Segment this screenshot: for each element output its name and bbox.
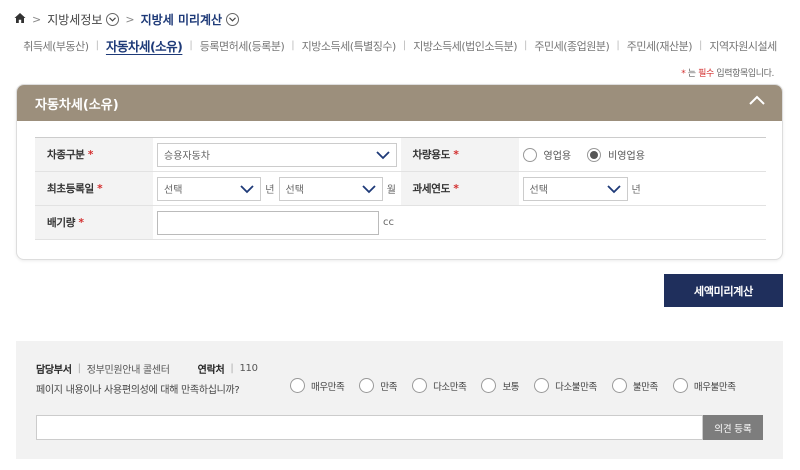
form-row: 최초등록일 * 선택 년 선택 월 과세연도 * 선택 년: [35, 172, 766, 206]
calculate-tax-button[interactable]: 세액미리계산: [664, 274, 783, 307]
tab-local-income-tax-withholding[interactable]: 지방소득세(특별징수): [299, 38, 399, 54]
tab-divider: |: [95, 40, 99, 51]
satisfied-radio[interactable]: [359, 378, 375, 393]
panel-title: 자동차세(소유): [35, 97, 119, 113]
divider: |: [230, 363, 234, 374]
vehicle-type-select[interactable]: 승용자동차: [157, 142, 397, 167]
month-unit: 월: [386, 185, 396, 196]
tax-year-unit: 년: [631, 185, 641, 196]
registration-year-select[interactable]: 선택: [157, 176, 262, 201]
divider: |: [77, 363, 81, 374]
tab-local-income-tax-corporate[interactable]: 지방소득세(법인소득분): [410, 38, 520, 54]
vehicle-use-radio-group: 영업용 비영업용: [522, 147, 657, 162]
required-note: * 는 필수 입력항목입니다.: [681, 69, 774, 79]
vehicle-tax-form: 차종구분 * 승용자동차 차량용도 * 영업용 비영업용 최초등록일 * 선택 …: [35, 137, 766, 240]
vehicle-use-label: 차량용도 *: [400, 138, 519, 171]
breadcrumb-separator-icon: >: [32, 12, 42, 26]
tax-tabs: 취득세(부동산) | 자동차세(소유) | 등록면허세(등록분) | 지방소득세…: [0, 36, 800, 55]
tab-divider: |: [189, 40, 193, 51]
chevron-down-icon: [362, 184, 376, 193]
displacement-input[interactable]: [157, 210, 379, 235]
form-row: 배기량 * cc: [35, 206, 766, 240]
registration-month-select[interactable]: 선택: [278, 176, 383, 201]
tab-regional-resource-tax[interactable]: 지역자원시설세: [706, 38, 779, 54]
vehicle-tax-panel: 자동차세(소유) 차종구분 * 승용자동차 차량용도 * 영업용 비영업용 최초…: [16, 84, 783, 260]
tab-divider: |: [699, 40, 703, 51]
very-dissatisfied-radio[interactable]: [672, 378, 688, 393]
somewhat-satisfied-radio[interactable]: [412, 378, 428, 393]
tab-registration-license-tax[interactable]: 등록면허세(등록분): [197, 38, 288, 54]
tax-year-select[interactable]: 선택: [522, 176, 628, 201]
commercial-radio[interactable]: [522, 147, 537, 162]
displacement-unit: cc: [383, 217, 394, 228]
form-row: 차종구분 * 승용자동차 차량용도 * 영업용 비영업용: [35, 138, 766, 172]
tab-divider: |: [402, 40, 407, 51]
contact-info: 담당부서 | 정부민원안내 콜센터 연락처 | 110: [36, 363, 258, 376]
feedback-section: 담당부서 | 정부민원안내 콜센터 연락처 | 110 페이지 내용이나 사용편…: [16, 341, 783, 459]
chevron-down-icon: [606, 184, 621, 193]
dissatisfied-radio[interactable]: [611, 378, 627, 393]
chevron-down-icon: [376, 150, 390, 159]
non-commercial-radio[interactable]: [587, 147, 602, 162]
tab-divider: |: [524, 40, 528, 51]
home-icon[interactable]: [14, 12, 26, 27]
chevron-up-icon[interactable]: [748, 92, 766, 114]
tab-divider: |: [291, 40, 295, 51]
breadcrumb-level2[interactable]: 지방세 미리계산: [141, 11, 222, 28]
tab-divider: |: [616, 40, 620, 51]
breadcrumb-level1[interactable]: 지방세정보: [47, 11, 102, 28]
displacement-label: 배기량 *: [35, 206, 153, 239]
breadcrumb-separator-icon: >: [125, 12, 135, 26]
chevron-down-icon[interactable]: [226, 12, 240, 26]
neutral-radio[interactable]: [481, 378, 497, 393]
tab-resident-tax-employee[interactable]: 주민세(종업원분): [531, 38, 612, 54]
panel-header: 자동차세(소유): [17, 85, 782, 121]
tab-vehicle-tax[interactable]: 자동차세(소유): [103, 36, 185, 55]
first-registration-label: 최초등록일 *: [35, 172, 153, 205]
chevron-down-icon[interactable]: [106, 12, 120, 26]
satisfaction-radio-group: 매우만족 만족 다소만족 보통 다소불만족 불만족 매우불만족: [290, 378, 751, 393]
chevron-down-icon: [240, 184, 254, 193]
submit-opinion-button[interactable]: 의견 등록: [703, 415, 763, 440]
year-unit: 년: [265, 185, 275, 196]
opinion-input[interactable]: [36, 415, 703, 440]
tab-resident-tax-property[interactable]: 주민세(재산분): [624, 38, 695, 54]
breadcrumb: > 지방세정보 > 지방세 미리계산: [14, 10, 240, 28]
survey-question: 페이지 내용이나 사용편의성에 대해 만족하십니까?: [36, 385, 240, 396]
vehicle-type-label: 차종구분 *: [35, 138, 153, 171]
tax-year-label: 과세연도 *: [400, 172, 519, 205]
very-satisfied-radio[interactable]: [290, 378, 305, 393]
tab-acquisition-tax[interactable]: 취득세(부동산): [20, 38, 91, 54]
somewhat-dissatisfied-radio[interactable]: [534, 378, 550, 393]
